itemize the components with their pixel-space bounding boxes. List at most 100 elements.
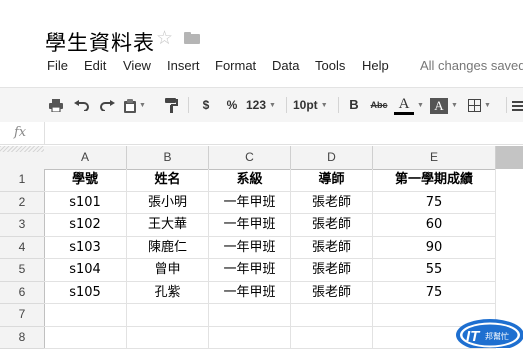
logo-subtext: 邦幫忙 — [485, 331, 509, 341]
menu-data[interactable]: Data — [272, 58, 299, 73]
cell-d2[interactable]: 張老師 — [291, 191, 373, 214]
cell-e6[interactable]: 75 — [373, 281, 496, 304]
cell-d6[interactable]: 張老師 — [291, 281, 373, 304]
cell-a2[interactable]: s101 — [44, 191, 127, 214]
cell-b8[interactable] — [127, 326, 209, 349]
column-header-e[interactable]: E — [373, 146, 496, 170]
cell-c6[interactable]: 一年甲班 — [209, 281, 291, 304]
fx-icon: fx — [14, 125, 27, 140]
print-icon — [49, 99, 63, 113]
cell-b5[interactable]: 曾申 — [127, 259, 209, 282]
column-header-d[interactable]: D — [291, 146, 373, 170]
cell-b7[interactable] — [127, 304, 209, 327]
text-color-swatch — [394, 112, 414, 115]
redo-button[interactable] — [97, 88, 117, 122]
menu-tools[interactable]: Tools — [315, 58, 345, 73]
number-format-label: 123 — [246, 98, 267, 112]
chevron-down-icon: ▼ — [269, 101, 276, 109]
paint-format-button[interactable] — [161, 88, 181, 122]
percent-format-button[interactable]: % — [224, 88, 240, 122]
cell-d3[interactable]: 張老師 — [291, 214, 373, 237]
save-status[interactable]: All changes saved — [420, 58, 523, 73]
redo-icon — [99, 100, 115, 112]
fill-color-label: A — [430, 97, 448, 114]
cell-c3[interactable]: 一年甲班 — [209, 214, 291, 237]
menu-view[interactable]: View — [123, 58, 151, 73]
cell-a8[interactable] — [44, 326, 127, 349]
fill-color-button[interactable]: A ▼ — [430, 88, 464, 122]
cell-a4[interactable]: s103 — [44, 236, 127, 259]
cell-a7[interactable] — [44, 304, 127, 327]
cell-c8[interactable] — [209, 326, 291, 349]
cell-b2[interactable]: 張小明 — [127, 191, 209, 214]
align-left-icon — [512, 100, 523, 111]
borders-icon — [468, 99, 481, 113]
print-button[interactable] — [46, 88, 66, 122]
menu-edit[interactable]: Edit — [84, 58, 106, 73]
row-header-7[interactable]: 7 — [0, 304, 45, 327]
row-header-4[interactable]: 4 — [0, 236, 45, 259]
cell-d5[interactable]: 張老師 — [291, 259, 373, 282]
chevron-down-icon: ▼ — [139, 101, 146, 109]
cell-c4[interactable]: 一年甲班 — [209, 236, 291, 259]
document-title[interactable]: 學生資料表 — [45, 27, 155, 57]
cell-d8[interactable] — [291, 326, 373, 349]
cell-a1[interactable]: 學號 — [44, 169, 127, 192]
clipboard-icon — [124, 98, 136, 113]
menu-help[interactable]: Help — [362, 58, 389, 73]
spreadsheet-grid: A B C D E 1 學號 姓名 系級 導師 第一學期成績 2 s101 張小明 一年甲班 張老師 75 3 s1… — [0, 146, 523, 349]
cell-a6[interactable]: s105 — [44, 281, 127, 304]
undo-button[interactable] — [71, 88, 91, 122]
cell-d1[interactable]: 導師 — [291, 169, 373, 192]
toolbar-divider — [338, 97, 339, 113]
cell-b3[interactable]: 王大華 — [127, 214, 209, 237]
undo-icon — [73, 100, 89, 112]
cell-e5[interactable]: 55 — [373, 259, 496, 282]
menu-insert[interactable]: Insert — [167, 58, 200, 73]
toolbar-divider — [506, 97, 507, 113]
cell-d4[interactable]: 張老師 — [291, 236, 373, 259]
column-header-a[interactable]: A — [44, 146, 127, 170]
menu-file[interactable]: File — [47, 58, 68, 73]
row-header-3[interactable]: 3 — [0, 214, 45, 237]
row-header-8[interactable]: 8 — [0, 326, 45, 349]
font-size-dropdown[interactable]: 10pt ▼ — [293, 88, 333, 122]
bold-button[interactable]: B — [346, 88, 362, 122]
text-color-button[interactable]: A ▼ — [394, 88, 428, 122]
formula-input-divider — [44, 122, 45, 144]
row-header-6[interactable]: 6 — [0, 281, 45, 304]
column-header-c[interactable]: C — [209, 146, 291, 170]
folder-icon[interactable] — [184, 32, 200, 44]
chevron-down-icon: ▼ — [417, 101, 424, 109]
scrollbar-gutter[interactable] — [496, 146, 523, 169]
align-button[interactable] — [512, 88, 523, 122]
paste-button[interactable]: ▼ — [124, 88, 156, 122]
select-all-corner[interactable] — [0, 146, 45, 170]
cell-d7[interactable] — [291, 304, 373, 327]
cell-b1[interactable]: 姓名 — [127, 169, 209, 192]
cell-e3[interactable]: 60 — [373, 214, 496, 237]
cell-e1[interactable]: 第一學期成績 — [373, 169, 496, 192]
cell-e2[interactable]: 75 — [373, 191, 496, 214]
cell-c7[interactable] — [209, 304, 291, 327]
row-header-1[interactable]: 1 — [0, 169, 45, 192]
number-format-dropdown[interactable]: 123 ▼ — [246, 88, 280, 122]
cell-a5[interactable]: s104 — [44, 259, 127, 282]
star-icon[interactable]: ☆ — [156, 27, 173, 50]
cell-c1[interactable]: 系級 — [209, 169, 291, 192]
menu-format[interactable]: Format — [215, 58, 256, 73]
cell-b4[interactable]: 陳鹿仁 — [127, 236, 209, 259]
cell-c2[interactable]: 一年甲班 — [209, 191, 291, 214]
borders-button[interactable]: ▼ — [468, 88, 500, 122]
column-header-b[interactable]: B — [127, 146, 209, 170]
paint-format-icon — [164, 98, 178, 114]
row-header-2[interactable]: 2 — [0, 191, 45, 214]
strikethrough-button[interactable]: Abc — [368, 88, 390, 122]
cell-a3[interactable]: s102 — [44, 214, 127, 237]
formula-input[interactable] — [52, 125, 512, 141]
cell-e4[interactable]: 90 — [373, 236, 496, 259]
currency-format-button[interactable]: $ — [198, 88, 214, 122]
cell-b6[interactable]: 孔紫 — [127, 281, 209, 304]
cell-c5[interactable]: 一年甲班 — [209, 259, 291, 282]
row-header-5[interactable]: 5 — [0, 259, 45, 282]
